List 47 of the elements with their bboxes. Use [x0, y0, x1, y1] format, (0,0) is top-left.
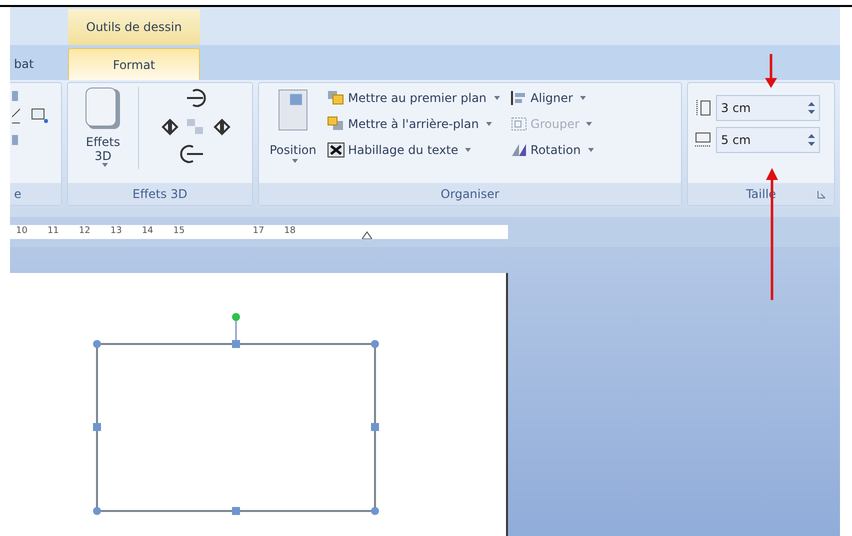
dropdown-caret-icon — [588, 148, 594, 152]
bring-forward-icon — [327, 90, 345, 106]
ruler-number: 14 — [142, 225, 154, 238]
dropdown-caret-icon — [486, 122, 492, 126]
width-icon — [694, 131, 712, 149]
ribbon-command[interactable]: Rotation — [510, 141, 594, 159]
height-icon — [694, 99, 712, 117]
rotate-icon — [510, 142, 528, 158]
ruler-number: 18 — [284, 225, 296, 238]
ruler-number: 12 — [78, 225, 90, 238]
page-picture-icon — [278, 89, 308, 131]
position-button[interactable]: Position — [259, 83, 327, 163]
size-spin-field[interactable]: 5 cm — [716, 127, 820, 153]
spinner-arrows-icon — [808, 101, 815, 115]
send-backward-icon — [327, 116, 345, 132]
align-icon — [510, 90, 528, 106]
group-icon — [510, 116, 528, 132]
size-spin-field[interactable]: 3 cm — [716, 95, 820, 121]
ruler-number: 11 — [47, 225, 59, 238]
dropdown-caret-icon — [494, 96, 500, 100]
ruler-number: 10 — [16, 225, 28, 238]
dropdown-caret-icon — [292, 159, 298, 163]
effets-3d-button[interactable]: Effets 3D — [68, 83, 138, 167]
dropdown-caret-icon — [580, 96, 586, 100]
dropdown-caret-icon — [102, 163, 108, 167]
dropdown-caret-icon — [465, 148, 472, 152]
group-label: Organiser — [259, 183, 681, 205]
ruler-number: 17 — [252, 225, 264, 238]
ruler-number: 13 — [110, 225, 122, 238]
annotation-arrow — [765, 54, 777, 88]
3d-cube-icon — [84, 87, 122, 131]
ruler-number: 15 — [173, 225, 185, 238]
ribbon-tab[interactable]: bat — [10, 48, 68, 80]
selected-rectangle-shape[interactable] — [92, 311, 382, 517]
spinner-arrows-icon — [808, 133, 815, 147]
text-wrap-icon — [327, 142, 345, 158]
ribbon-tab[interactable]: Format — [68, 48, 200, 80]
group-label: Effets 3D — [68, 183, 252, 205]
indent-marker-icon[interactable] — [362, 231, 372, 239]
ribbon-command[interactable]: Aligner — [510, 89, 594, 107]
dropdown-caret-icon — [586, 122, 592, 126]
ribbon-command[interactable]: Mettre au premier plan — [327, 89, 500, 107]
context-tab-header: Outils de dessin — [68, 9, 200, 45]
ribbon-command[interactable]: Mettre à l'arrière-plan — [327, 115, 500, 133]
group-label: e — [10, 183, 61, 205]
ribbon-command[interactable]: Habillage du texte — [327, 141, 500, 159]
dialog-launcher-icon[interactable] — [817, 190, 826, 198]
